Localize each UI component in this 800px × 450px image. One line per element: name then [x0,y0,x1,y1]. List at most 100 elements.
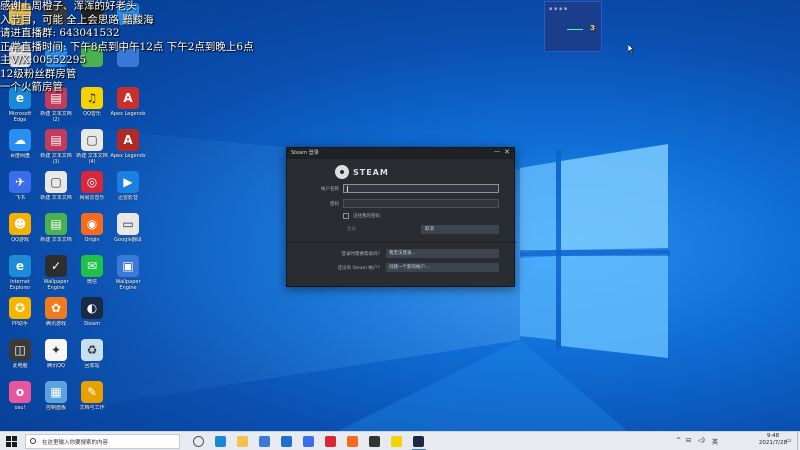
taskbar-app-edge[interactable] [210,434,232,449]
overlay-line: 正常直播时间: 下午8点到中午12点 下午2点到晚上6点 [0,40,254,53]
taskbar-app-task-view[interactable] [188,434,210,449]
network-icon[interactable]: ⊟ [686,437,691,444]
taskbar-app-file-explorer[interactable] [232,434,254,449]
overlay-line: 入节目，可能 全上会思路 黯黢海 [0,13,154,26]
desktop-icon[interactable]: ▤ 新建 文本文档 [38,213,74,249]
desktop-icon-image: ◐ [81,297,103,319]
desktop-icon[interactable]: ✦ 腾讯QQ [38,339,74,375]
desktop-icon-label: 新建 文本文档 (4) [76,153,108,165]
desktop-icon-image: ✪ [9,297,31,319]
desktop-icon[interactable]: ◫ 此电脑 [2,339,38,375]
username-row: 帐户名称 [287,184,516,194]
desktop-icon-label: 新建 文本文档 (2) [40,111,72,123]
edge-icon [215,436,226,447]
overlay-line: 请进直播群: 643041532 [0,27,120,39]
desktop-icon[interactable]: A Apex Legends [110,129,146,165]
mini-widget-graph [567,22,583,30]
stream-overlay-text: 感谢上周橙子、浑浑的好老头 入节目，可能 全上会思路 黯黢海 请进直播群: 64… [0,0,254,95]
taskbar-app-store[interactable] [254,434,276,449]
taskbar-app-obs[interactable] [364,434,386,449]
clock[interactable]: 9:48 2021/7/28 [756,433,790,447]
tray-expand-icon[interactable]: ^ [676,437,681,444]
desktop-icon-image: ✓ [45,255,67,277]
task-view-icon [193,436,204,447]
desktop-icon-image: ✎ [81,381,103,403]
desktop-icon-label: Microsoft Edge [8,111,32,123]
desktop-icon[interactable]: ✿ 腾讯游戏 [38,297,74,333]
desktop-icon-label: 新建 文本文档 [40,195,72,201]
taskbar-app-qq-music[interactable] [386,434,408,449]
close-icon[interactable]: ✕ [504,148,510,156]
desktop-icon-label: 腾讯QQ [47,363,65,369]
clock-time: 9:48 [766,433,780,439]
desktop-icon-label: 此电脑 [12,363,28,369]
desktop-icon[interactable]: ◐ Steam [74,297,110,333]
desktop-icon-label: 迅雷影音 [117,195,138,201]
desktop-icon-image: e [9,255,31,277]
taskbar-apps [188,434,430,450]
desktop-icon[interactable]: ▭ Google翻译 [110,213,146,249]
desktop-icon[interactable]: ◉ Origin [74,213,110,249]
desktop-icon[interactable]: ☁ 百度网盘 [2,129,38,165]
desktop-icon-label: Apex Legends [110,111,146,117]
desktop-icon-image: ☻ [9,213,31,235]
login-button[interactable]: 登录 [343,225,403,234]
start-button[interactable] [6,436,17,447]
desktop-icon-image: ▤ [45,213,67,235]
desktop-icon-image: ☁ [9,129,31,151]
mouse-cursor [628,44,634,54]
desktop-icon[interactable]: ☻ QQ游戏 [2,213,38,249]
remember-password-checkbox[interactable] [343,213,349,219]
desktop-icon-label: Steam [83,321,101,327]
desktop-icon-image: ▣ [117,255,139,277]
minimize-icon[interactable]: — [494,148,500,155]
feishu-icon [303,436,314,447]
desktop-icon[interactable]: ▢ 新建 文本文档 [38,171,74,207]
taskbar-search[interactable]: 在这里输入你要搜索的内容 [25,434,180,449]
taskbar-app-feishu[interactable] [298,434,320,449]
desktop-icon-label: 微信 [86,279,97,285]
file-explorer-icon [237,436,248,447]
steam-titlebar[interactable]: Steam 登录 — ✕ [287,148,514,159]
steam-window-title: Steam 登录 [291,150,319,156]
desktop-icon-image: ◫ [9,339,31,361]
taskbar-app-app-red[interactable] [320,434,342,449]
taskbar-app-origin[interactable] [342,434,364,449]
ime-indicator[interactable]: 英 [712,437,718,446]
desktop-icon[interactable]: ♻ 回收站 [74,339,110,375]
desktop-icon-image: ✈ [9,171,31,193]
taskbar-app-mail[interactable] [276,434,298,449]
desktop-icon[interactable]: e Internet Explorer [2,255,38,291]
cancel-button[interactable]: 取消 [421,225,499,234]
desktop-icon[interactable]: ▢ 新建 文本文档 (4) [74,129,110,165]
desktop-icon[interactable]: ✈ 飞书 [2,171,38,207]
remember-password-label: 记住我的密码 [353,214,380,219]
username-input[interactable] [343,184,499,193]
steam-icon [413,436,424,447]
cant-login-button[interactable]: 我无法登录... [386,249,499,258]
volume-icon[interactable]: ◁) [698,437,705,444]
create-account-button[interactable]: 创建一个新的帐户... [386,263,499,272]
desktop-icon[interactable]: ✓ Wallpaper Engine [38,255,74,291]
desktop-icon[interactable]: ▣ Wallpaper Engine [110,255,146,291]
mini-widget[interactable]: ▪ ▪ ▪ ▪ 3 [544,1,602,52]
desktop-icon-image: ▤ [45,129,67,151]
desktop-icon-image: A [117,129,139,151]
desktop-icon-image: o [9,381,31,403]
desktop-icon-label: QQ音乐 [83,111,101,117]
password-input[interactable] [343,199,499,208]
desktop-icon[interactable]: ▶ 迅雷影音 [110,171,146,207]
desktop-icon[interactable]: o osu! [2,381,38,417]
desktop-icon-label: 回收站 [84,363,100,369]
desktop-icon[interactable]: ▦ 控制面板 [38,381,74,417]
desktop-icon[interactable]: ✎ 文档与工作 [74,381,110,417]
overlay-line: 一个火箭房管 [0,81,63,93]
overlay-line: 12级粉丝群房管 [0,67,77,80]
obs-icon [369,436,380,447]
desktop-icon[interactable]: ✉ 微信 [74,255,110,291]
desktop-icon-image: ▦ [45,381,67,403]
desktop-icon[interactable]: ✪ PP助手 [2,297,38,333]
desktop-icon[interactable]: ▤ 新建 文本文档 (3) [38,129,74,165]
desktop-icon[interactable]: ◎ 网易云音乐 [74,171,110,207]
taskbar-app-steam[interactable] [408,434,430,450]
